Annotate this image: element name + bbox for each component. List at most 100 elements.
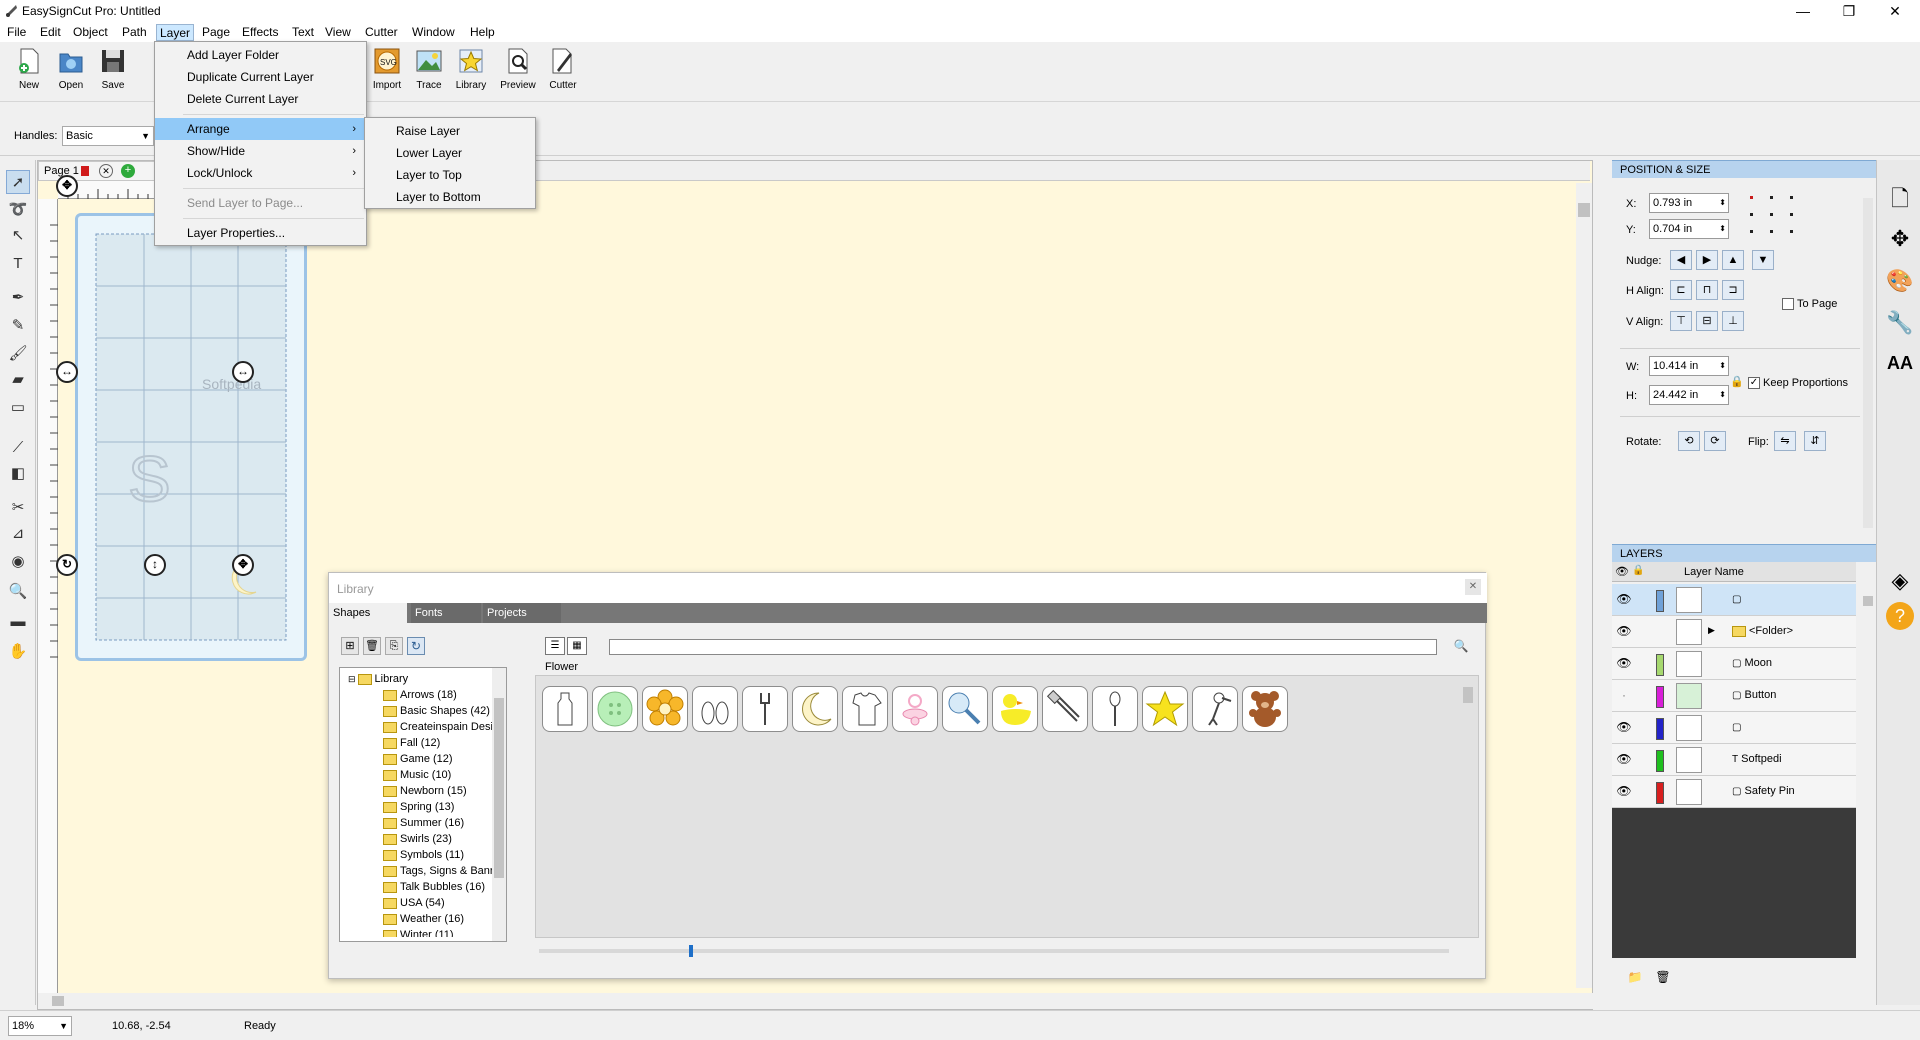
menu-item-raise-layer[interactable]: Raise Layer — [365, 120, 535, 142]
rotate-right-icon[interactable]: ⟳ — [1704, 431, 1726, 451]
rotate-left-icon[interactable]: ⟲ — [1678, 431, 1700, 451]
new-button[interactable]: New — [10, 46, 48, 91]
align-middle-vertical-icon[interactable]: ⊟ — [1696, 311, 1718, 331]
scroll-thumb[interactable] — [1578, 203, 1590, 217]
resize-handle-bottom-right[interactable]: ✥ — [232, 554, 254, 576]
tree-scrollbar[interactable] — [492, 668, 506, 941]
transform-tool-icon[interactable]: ⊿ — [6, 522, 30, 546]
onesie-icon[interactable] — [842, 686, 888, 732]
canvas-horizontal-scrollbar[interactable] — [38, 993, 1594, 1009]
handles-select[interactable]: Basic ▼ — [62, 126, 154, 146]
zoom-select[interactable]: 18% ▼ — [8, 1016, 72, 1036]
import-icon[interactable]: ⎘ — [385, 637, 403, 655]
duck-icon[interactable] — [992, 686, 1038, 732]
tree-item[interactable]: Swirls (23) — [383, 831, 452, 847]
eye-icon[interactable]: 👁 — [1616, 784, 1632, 798]
resize-handle-bottom[interactable]: ↕ — [144, 554, 166, 576]
cutter-button[interactable]: Cutter — [544, 46, 582, 91]
hidden-eye-icon[interactable]: · — [1616, 688, 1632, 702]
menu-page[interactable]: Page — [199, 24, 233, 41]
menu-item-layer-properties[interactable]: Layer Properties... — [155, 222, 366, 244]
height-field[interactable]: 24.442 in ⬍ — [1649, 385, 1729, 405]
y-position-field[interactable]: 0.704 in ⬍ — [1649, 219, 1729, 239]
flip-vertical-icon[interactable]: ⇵ — [1804, 431, 1826, 451]
menu-layer[interactable]: Layer — [156, 24, 195, 41]
moon-icon[interactable] — [792, 686, 838, 732]
nudge-right-icon[interactable]: ▶ — [1696, 250, 1718, 270]
add-folder-icon[interactable]: ⊞ — [341, 637, 359, 655]
flip-horizontal-icon[interactable]: ⇋ — [1774, 431, 1796, 451]
tab-fonts[interactable]: Fonts — [411, 603, 481, 623]
menu-view[interactable]: View — [322, 24, 354, 41]
minimize-button[interactable]: — — [1780, 0, 1826, 22]
tree-item[interactable]: Spring (13) — [383, 799, 454, 815]
eye-icon[interactable]: 👁 — [1616, 752, 1632, 766]
nudge-down-icon[interactable]: ▼ — [1752, 250, 1774, 270]
resize-handle-left[interactable]: ↔ — [56, 361, 78, 383]
menu-edit[interactable]: Edit — [37, 24, 64, 41]
pen-tool-icon[interactable]: ✒ — [6, 286, 30, 310]
pacifier-icon[interactable] — [892, 686, 938, 732]
move-handle-top-left[interactable]: ✥ — [56, 175, 78, 197]
eye-icon[interactable]: 👁 — [1616, 624, 1632, 638]
stork-icon[interactable] — [1192, 686, 1238, 732]
tree-item[interactable]: Weather (16) — [383, 911, 464, 927]
menu-item-show-hide[interactable]: Show/Hide › — [155, 140, 366, 162]
delete-layer-icon[interactable]: 🗑 — [1654, 970, 1672, 986]
refresh-icon[interactable]: ↻ — [407, 637, 425, 655]
tree-item[interactable]: USA (54) — [383, 895, 445, 911]
grid-view-icon[interactable]: ▦ — [567, 637, 587, 655]
new-layer-folder-icon[interactable]: 📁 — [1626, 970, 1644, 986]
import-button[interactable]: SVG Import — [368, 46, 406, 91]
tree-item[interactable]: Music (10) — [383, 767, 451, 783]
search-icon[interactable]: 🔍 — [1451, 637, 1471, 655]
layer-row[interactable]: 👁 ▢ Moon — [1612, 648, 1856, 680]
nudge-up-icon[interactable]: ▲ — [1722, 250, 1744, 270]
cutting-mat[interactable]: S Softpedia — [75, 213, 307, 661]
scroll-thumb[interactable] — [1863, 596, 1873, 606]
menu-item-lock-unlock[interactable]: Lock/Unlock › — [155, 162, 366, 184]
rattle-icon[interactable] — [942, 686, 988, 732]
shape-grid-scrollbar[interactable] — [1461, 673, 1475, 937]
nudge-left-icon[interactable]: ◀ — [1670, 250, 1692, 270]
menu-object[interactable]: Object — [70, 24, 111, 41]
align-top-icon[interactable]: ⊤ — [1670, 311, 1692, 331]
gradient-tool-icon[interactable]: ◧ — [6, 462, 30, 486]
menu-item-delete-layer[interactable]: Delete Current Layer — [155, 88, 366, 110]
anchor-point-grid[interactable] — [1747, 193, 1797, 239]
close-library-icon[interactable]: ✕ — [1465, 579, 1481, 595]
layer-row[interactable]: 👁 ▢ — [1612, 584, 1856, 616]
scroll-thumb[interactable] — [52, 996, 64, 1006]
tree-item[interactable]: Newborn (15) — [383, 783, 467, 799]
knife-tool-icon[interactable]: ✂ — [6, 496, 30, 520]
menu-file[interactable]: File — [4, 24, 29, 41]
baby-feet-icon[interactable] — [692, 686, 738, 732]
node-edit-tool-icon[interactable]: ↖ — [6, 224, 30, 248]
text-font-icon[interactable]: AA — [1883, 346, 1917, 380]
tree-item[interactable]: Symbols (11) — [383, 847, 464, 863]
spoon-icon[interactable] — [1092, 686, 1138, 732]
tree-item[interactable]: Basic Shapes (42) — [383, 703, 490, 719]
select-tool-icon[interactable]: ➚ — [6, 170, 30, 194]
x-position-field[interactable]: 0.793 in ⬍ — [1649, 193, 1729, 213]
menu-help[interactable]: Help — [467, 24, 498, 41]
resize-handle-right[interactable]: ↔ — [232, 361, 254, 383]
position-panel-scrollbar[interactable] — [1860, 178, 1876, 538]
trace-button[interactable]: Trace — [410, 46, 448, 91]
fork-icon[interactable] — [742, 686, 788, 732]
layer-row[interactable]: 👁 ▶ <Folder> — [1612, 616, 1856, 648]
measure-tool-icon[interactable]: ▬ — [6, 610, 30, 634]
tab-projects[interactable]: Projects — [483, 603, 561, 623]
layers-scrollbar[interactable] — [1860, 582, 1876, 958]
close-page-icon[interactable]: ✕ — [99, 164, 113, 178]
library-button[interactable]: Library — [452, 46, 490, 91]
tree-item[interactable]: Winter (11) — [383, 927, 454, 937]
lasso-tool-icon[interactable]: ➰ — [6, 198, 30, 222]
align-right-icon[interactable]: ⊐ — [1722, 280, 1744, 300]
eye-icon[interactable]: 👁 — [1616, 592, 1632, 606]
menu-item-layer-to-top[interactable]: Layer to Top — [365, 164, 535, 186]
eye-icon[interactable]: 👁 — [1616, 720, 1632, 734]
add-page-icon[interactable]: + — [121, 164, 135, 178]
tree-item[interactable]: Summer (16) — [383, 815, 464, 831]
help-question-icon[interactable]: ? — [1886, 602, 1914, 630]
